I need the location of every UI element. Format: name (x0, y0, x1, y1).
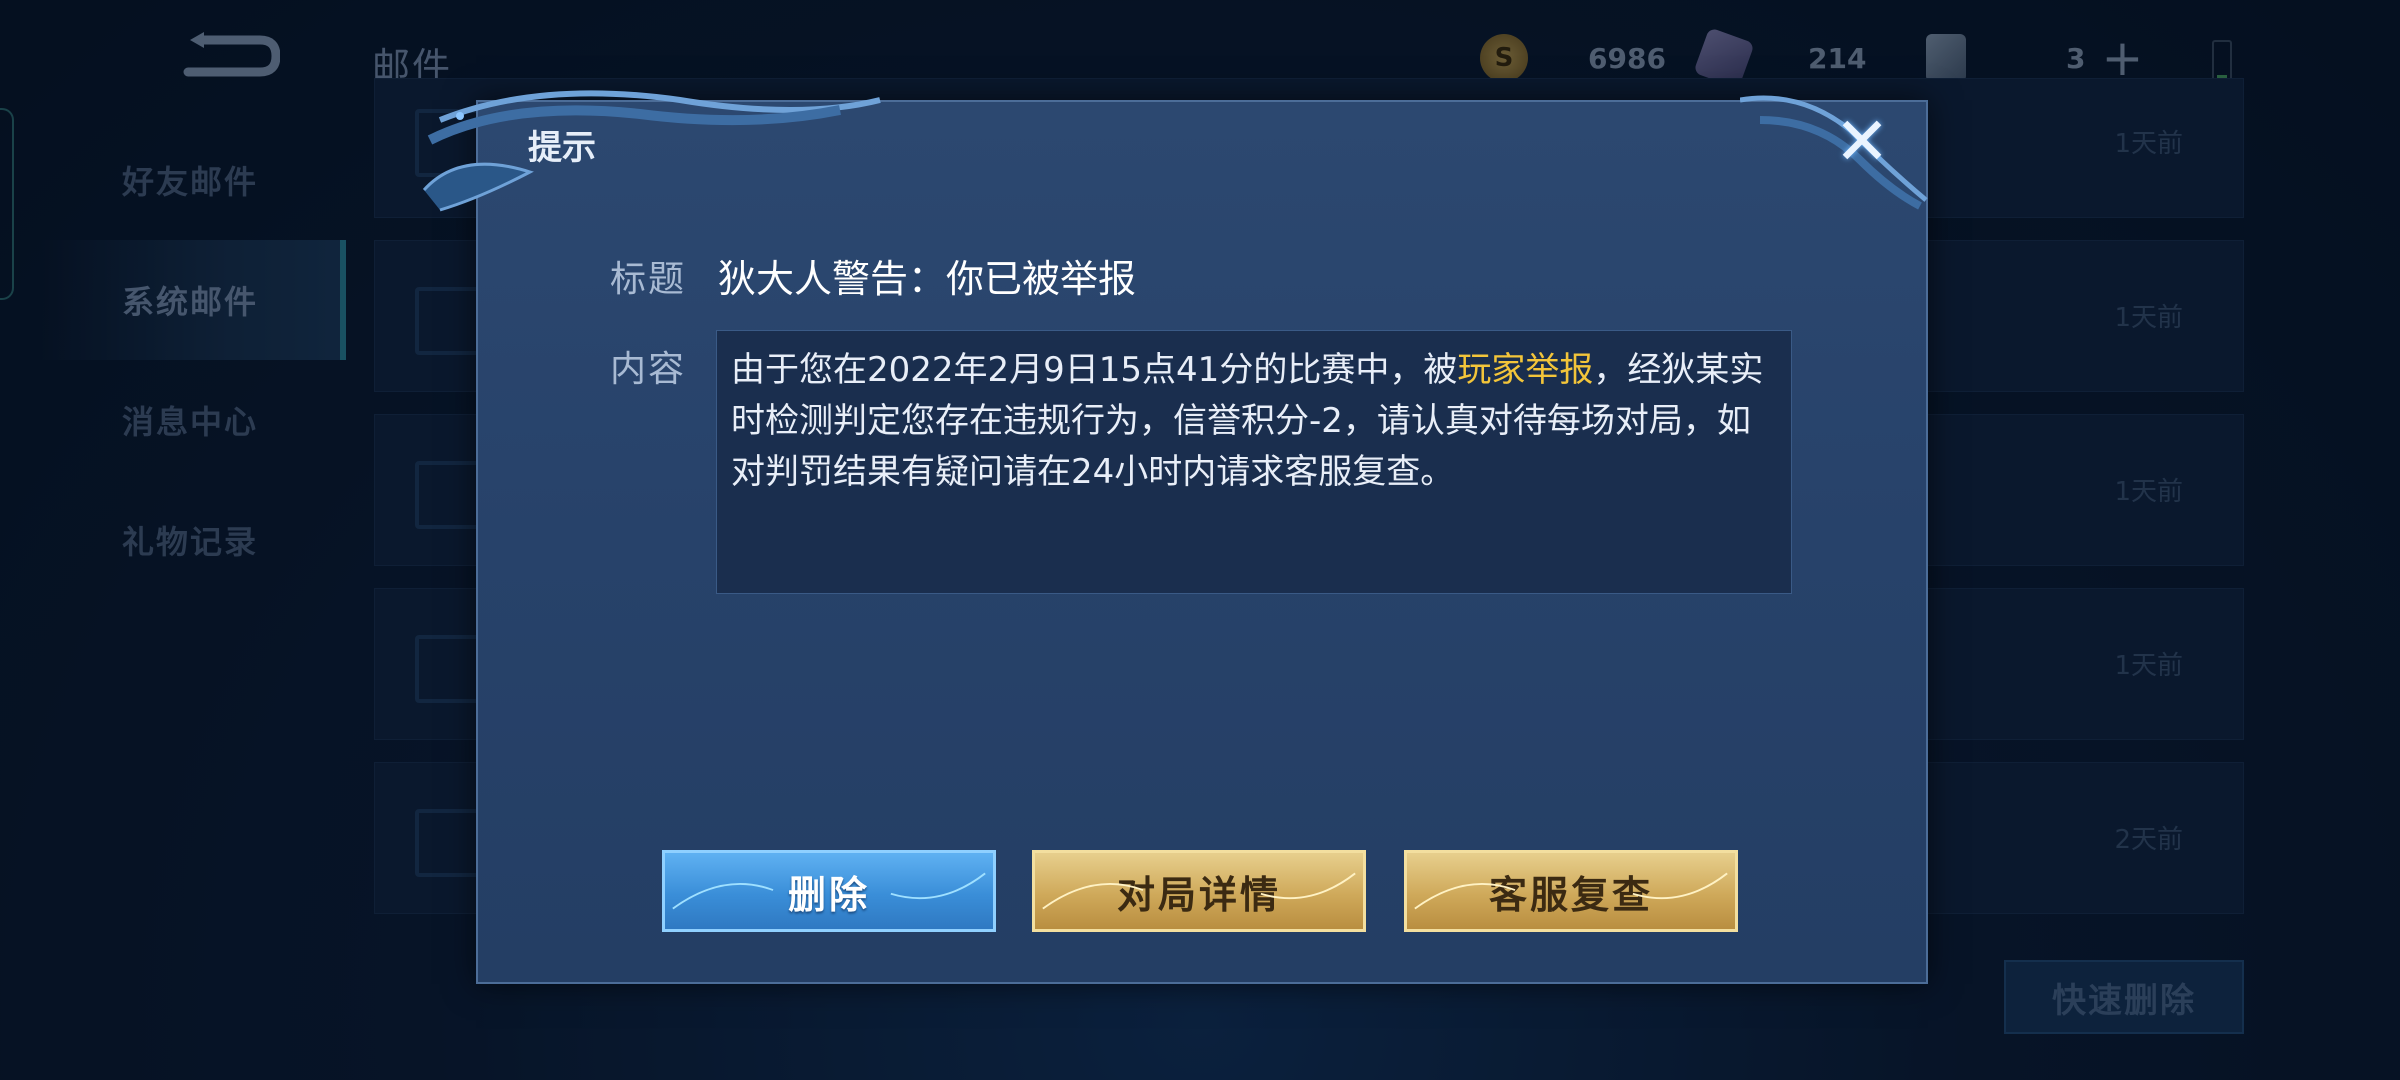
match-details-label: 对局详情 (1116, 872, 1281, 917)
subject-label: 标题 (610, 259, 687, 300)
delete-button[interactable]: 删除 (662, 850, 996, 932)
close-icon[interactable]: ✕ (1832, 109, 1892, 175)
mail-subject: 狄大人警告：你已被举报 (718, 257, 1137, 301)
dialog-title: 提示 (528, 128, 596, 168)
mail-content: 由于您在2022年2月9日15点41分的比赛中，被玩家举报，经狄某实时检测判定您… (731, 345, 1777, 498)
match-details-button[interactable]: 对局详情 (1032, 850, 1366, 932)
content-highlight: 玩家举报 (1457, 350, 1594, 390)
content-label: 内容 (610, 349, 687, 390)
support-review-label: 客服复查 (1488, 872, 1653, 917)
support-review-button[interactable]: 客服复查 (1404, 850, 1738, 932)
delete-label: 删除 (787, 872, 870, 917)
content-text-before: 由于您在2022年2月9日15点41分的比赛中，被 (731, 350, 1458, 390)
content-box: 由于您在2022年2月9日15点41分的比赛中，被玩家举报，经狄某实时检测判定您… (716, 330, 1792, 594)
